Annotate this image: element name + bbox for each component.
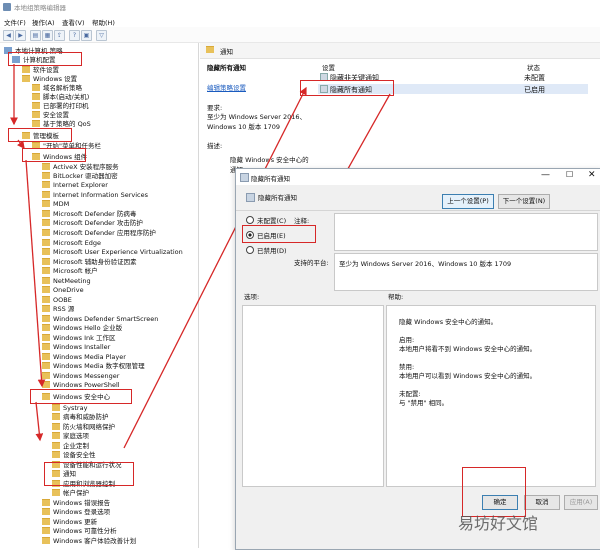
comment-label: 注释: [294,217,310,225]
prev-setting-button[interactable]: 上一个设置(P) [442,194,494,209]
help-text: 与 "禁用" 相同。 [399,399,449,407]
dialog-titlebar: 隐藏所有通知 — ☐ ✕ [236,169,600,185]
help-text: 本地用户将看不到 Windows 安全中心的通知。 [399,345,537,353]
policy-dialog: 隐藏所有通知 — ☐ ✕ 隐藏所有通知 上一个设置(P) 下一个设置(N) 未配… [235,168,600,550]
help-text: 隐藏 Windows 安全中心的通知。 [399,318,498,326]
dialog-title: 隐藏所有通知 [251,175,290,183]
supported-label: 支持的平台: [294,259,329,267]
close-icon[interactable]: ✕ [588,170,596,180]
supported-field: 至少为 Windows Server 2016、Windows 10 版本 17… [334,253,598,291]
watermark: 易坊好文馆 [458,514,539,533]
options-panel [242,305,384,487]
radio-disabled[interactable]: 已禁用(D) [246,245,287,255]
radio-not-configured[interactable]: 未配置(C) [246,215,286,225]
highlight-enabled [242,225,316,243]
help-label: 帮助: [388,293,404,301]
cancel-button[interactable]: 取消 [524,495,560,510]
policy-name-icon [246,193,255,202]
help-text: 本地用户可以看到 Windows 安全中心的通知。 [399,372,537,380]
dialog-policy-name: 隐藏所有通知 [258,194,297,202]
apply-button[interactable]: 应用(A) [564,495,598,510]
maximize-icon[interactable]: ☐ [566,170,573,179]
minimize-icon[interactable]: — [541,170,550,180]
policy-icon [240,173,249,182]
next-setting-button[interactable]: 下一个设置(N) [498,194,550,209]
options-label: 选项: [244,293,260,301]
supported-text: 至少为 Windows Server 2016、Windows 10 版本 17… [339,260,512,268]
help-panel: 隐藏 Windows 安全中心的通知。 启用: 本地用户将看不到 Windows… [386,305,596,487]
comment-field[interactable] [334,213,598,251]
